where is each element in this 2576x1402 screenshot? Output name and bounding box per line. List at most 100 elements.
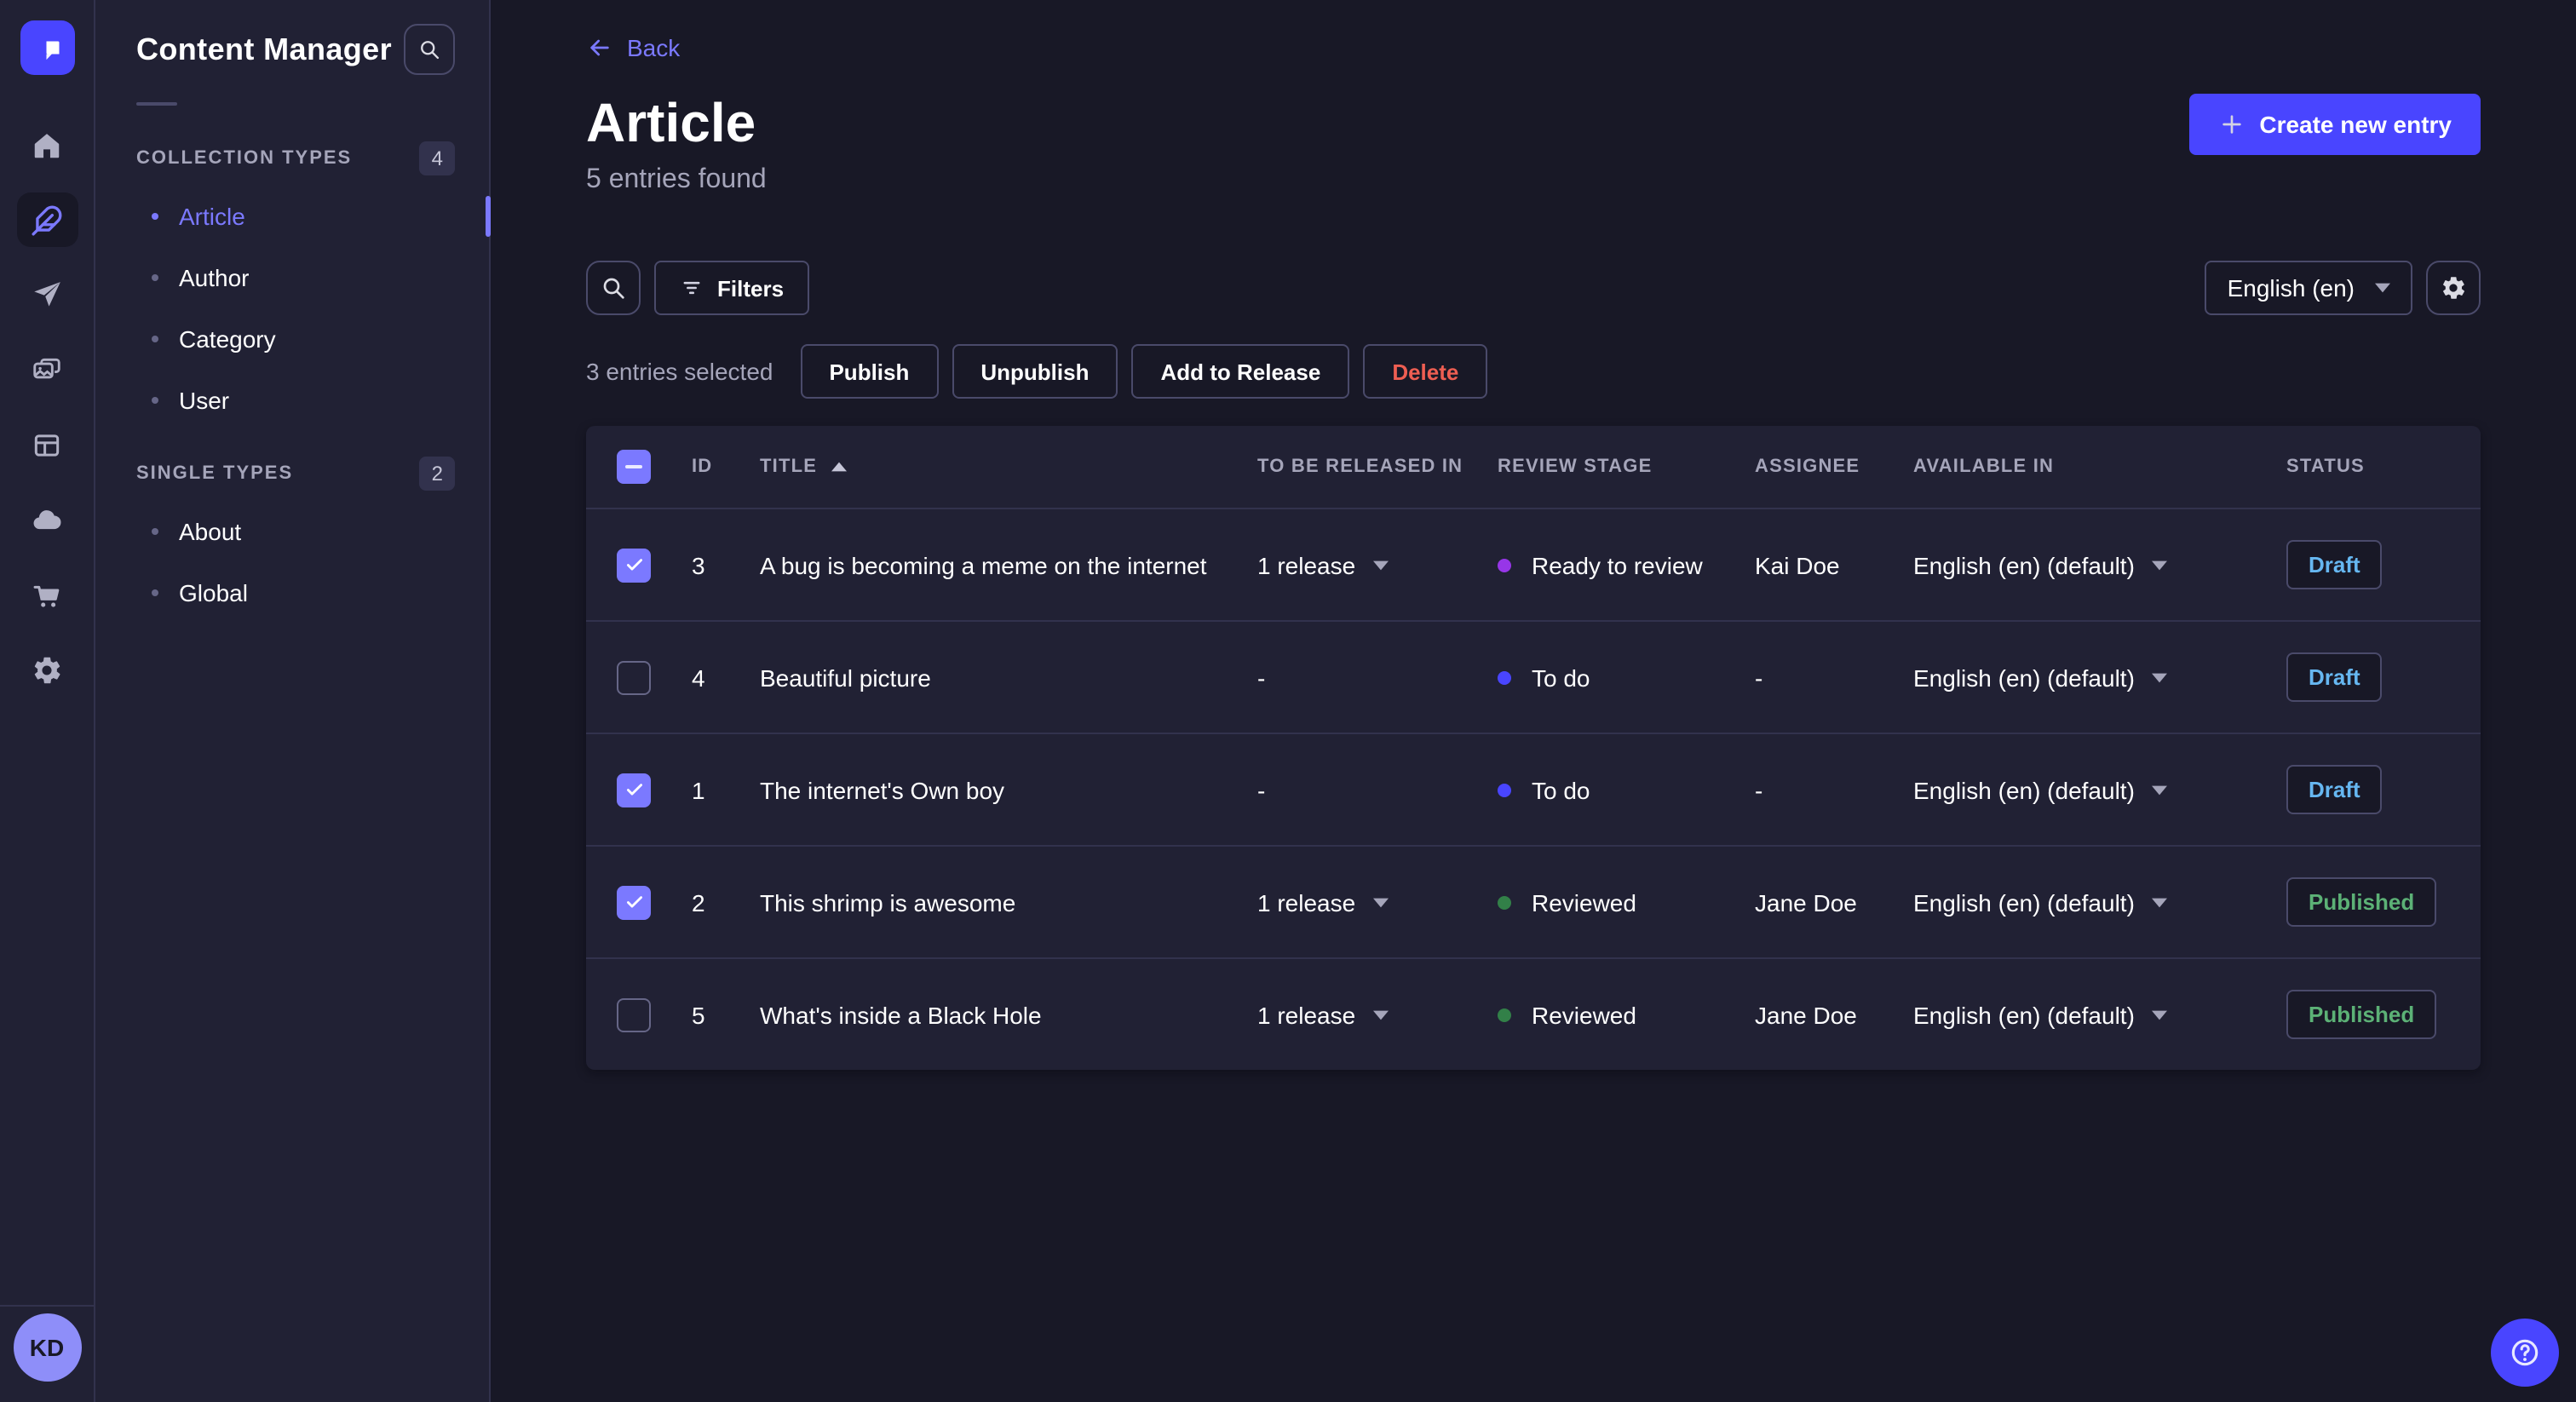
sidebar-item-user[interactable]: User	[95, 370, 489, 431]
locale-select[interactable]: English (en)	[2205, 261, 2412, 315]
sidebar-item-label: Author	[179, 264, 250, 291]
row-review-stage: To do	[1532, 664, 1590, 691]
sidebar-item-label: Category	[179, 325, 276, 353]
stage-dot	[1498, 783, 1511, 796]
row-checkbox[interactable]	[617, 773, 651, 807]
locale-caret-icon[interactable]	[2151, 560, 2167, 570]
sidebar-item-label: User	[179, 387, 230, 414]
table-row[interactable]: 5 What's inside a Black Hole 1 release R…	[586, 957, 2481, 1070]
strapi-logo-icon	[45, 41, 59, 60]
check-icon	[626, 784, 641, 796]
table-row[interactable]: 3 A bug is becoming a meme on the intern…	[586, 508, 2481, 620]
media-library-icon[interactable]	[16, 342, 78, 397]
view-settings-button[interactable]	[2426, 261, 2481, 315]
column-header-status[interactable]: STATUS	[2286, 457, 2450, 477]
search-icon	[603, 278, 624, 299]
stage-dot	[1498, 895, 1511, 909]
bullet-icon	[152, 528, 158, 535]
sidebar-item-label: Article	[179, 203, 245, 230]
row-available-in: English (en) (default)	[1913, 664, 2135, 691]
row-assignee: Kai Doe	[1755, 551, 1840, 578]
column-header-title-label: TITLE	[760, 457, 818, 477]
entries-table: ID TITLE TO BE RELEASED IN REVIEW STAGE …	[586, 426, 2481, 1070]
row-review-stage: Reviewed	[1532, 888, 1636, 916]
row-checkbox[interactable]	[617, 660, 651, 694]
sidebar-item-category[interactable]: Category	[95, 308, 489, 370]
home-icon[interactable]	[16, 118, 78, 172]
nav-rail: KD	[0, 0, 95, 1402]
filters-button[interactable]: Filters	[654, 261, 810, 315]
content-manager-feather-icon[interactable]	[16, 192, 78, 247]
collection-types-section: COLLECTION TYPES 4 Article Author Catego…	[95, 141, 491, 431]
row-checkbox[interactable]	[617, 885, 651, 919]
cart-icon[interactable]	[16, 567, 78, 622]
row-available-in: English (en) (default)	[1913, 1001, 2135, 1028]
create-button-label: Create new entry	[2259, 111, 2452, 138]
stage-dot	[1498, 1008, 1511, 1021]
section-count-badge: 4	[419, 141, 455, 175]
unpublish-button[interactable]: Unpublish	[952, 344, 1118, 399]
sidebar-search-button[interactable]	[404, 24, 455, 75]
search-entries-button[interactable]	[586, 261, 641, 315]
back-label: Back	[627, 34, 681, 61]
row-checkbox[interactable]	[617, 548, 651, 582]
row-title: This shrimp is awesome	[760, 888, 1016, 916]
filters-label: Filters	[717, 275, 785, 301]
cloud-icon[interactable]	[16, 492, 78, 547]
column-header-review-stage[interactable]: REVIEW STAGE	[1498, 457, 1755, 477]
row-checkbox[interactable]	[617, 997, 651, 1031]
sidebar-title: Content Manager	[136, 32, 393, 66]
select-all-checkbox[interactable]	[617, 450, 651, 484]
column-header-id[interactable]: ID	[692, 457, 760, 477]
search-icon	[421, 41, 440, 60]
strapi-logo[interactable]	[20, 20, 74, 75]
row-review-stage: To do	[1532, 776, 1590, 803]
status-badge: Published	[2286, 990, 2437, 1039]
locale-caret-icon[interactable]	[2151, 1009, 2167, 1020]
help-button[interactable]	[2491, 1319, 2559, 1387]
gear-icon[interactable]	[16, 642, 78, 697]
table-header-row: ID TITLE TO BE RELEASED IN REVIEW STAGE …	[586, 426, 2481, 508]
column-header-released-in[interactable]: TO BE RELEASED IN	[1257, 457, 1498, 477]
release-caret-icon[interactable]	[1372, 897, 1389, 907]
locale-value: English (en)	[2227, 274, 2355, 302]
sidebar-item-label: About	[179, 518, 242, 545]
table-row[interactable]: 2 This shrimp is awesome 1 release Revie…	[586, 845, 2481, 957]
sidebar-item-global[interactable]: Global	[95, 562, 489, 623]
table-row[interactable]: 4 Beautiful picture - To do - English (e…	[586, 620, 2481, 733]
table-row[interactable]: 1 The internet's Own boy - To do - Engli…	[586, 733, 2481, 845]
row-released-in: -	[1257, 664, 1266, 691]
column-header-available-in[interactable]: AVAILABLE IN	[1913, 457, 2286, 477]
chevron-down-icon	[2375, 283, 2390, 293]
status-badge: Draft	[2286, 765, 2383, 814]
stage-dot	[1498, 558, 1511, 572]
layout-icon[interactable]	[16, 417, 78, 472]
status-badge: Draft	[2286, 540, 2383, 589]
add-to-release-button[interactable]: Add to Release	[1131, 344, 1350, 399]
gear-icon	[2443, 277, 2465, 299]
indeterminate-dash-icon	[625, 465, 642, 468]
create-new-entry-button[interactable]: Create new entry	[2189, 94, 2481, 155]
back-link[interactable]: Back	[586, 34, 680, 61]
locale-caret-icon[interactable]	[2151, 784, 2167, 795]
release-caret-icon[interactable]	[1372, 1009, 1389, 1020]
sidebar-item-about[interactable]: About	[95, 501, 489, 562]
main-content: Back Article 5 entries found Create new …	[491, 0, 2576, 1402]
locale-caret-icon[interactable]	[2151, 897, 2167, 907]
column-header-assignee[interactable]: ASSIGNEE	[1755, 457, 1913, 477]
row-title: The internet's Own boy	[760, 776, 1005, 803]
delete-button[interactable]: Delete	[1363, 344, 1488, 399]
sidebar-item-author[interactable]: Author	[95, 247, 489, 308]
locale-caret-icon[interactable]	[2151, 672, 2167, 682]
column-header-title[interactable]: TITLE	[760, 457, 1257, 477]
publish-button[interactable]: Publish	[800, 344, 939, 399]
status-badge: Published	[2286, 877, 2437, 927]
row-id: 1	[692, 776, 705, 803]
row-available-in: English (en) (default)	[1913, 776, 2135, 803]
sidebar-item-article[interactable]: Article	[95, 186, 491, 247]
user-avatar[interactable]: KD	[13, 1313, 81, 1382]
release-caret-icon[interactable]	[1372, 560, 1389, 570]
row-id: 3	[692, 551, 705, 578]
paper-plane-icon[interactable]	[16, 267, 78, 322]
content-manager-sidebar: Content Manager COLLECTION TYPES 4 Artic…	[95, 0, 491, 1402]
